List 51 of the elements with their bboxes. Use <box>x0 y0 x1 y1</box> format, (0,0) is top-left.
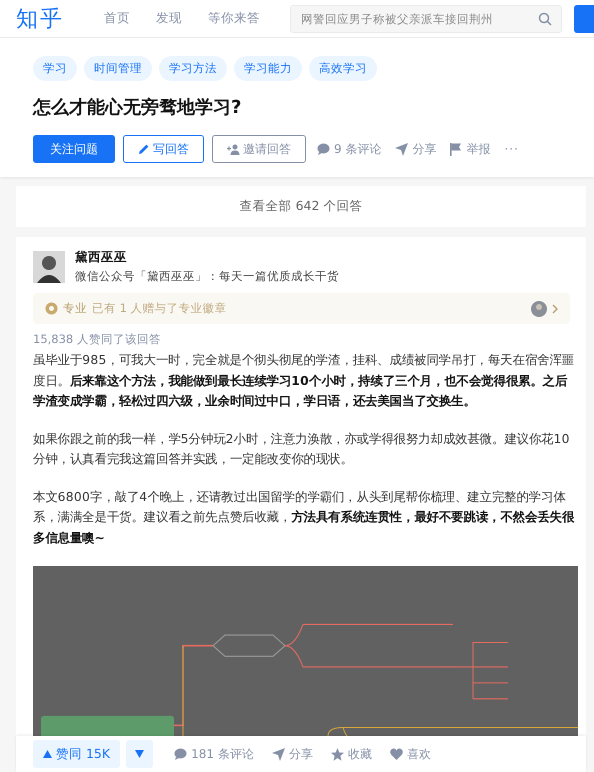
topic-tag[interactable]: 高效学习 <box>309 56 377 81</box>
question-title: 怎么才能心无旁骛地学习? <box>33 96 242 119</box>
answer-paragraph: 本文6800字，敲了4个晚上，还请教过出国留学的学霸们，从头到尾帮你梳理、建立完整的学习体系，满满全是干货。建议看之前先点赞后收藏，方法具有系统连贯性，最好不要跳读，不然会丢失很多信息量噢~ <box>33 488 576 546</box>
topic-tag[interactable]: 学习 <box>33 56 77 81</box>
like-button[interactable]: 喜欢 <box>386 746 434 762</box>
badge-bar[interactable]: 专业 已有 1 人赠与了专业徽章 <box>33 293 570 324</box>
collect-button[interactable]: 收藏 <box>328 746 375 762</box>
topic-tag[interactable]: 时间管理 <box>84 56 152 81</box>
comment-icon <box>174 748 188 760</box>
flag-icon <box>450 142 462 156</box>
pencil-icon <box>138 143 150 155</box>
share-button[interactable]: 分享 <box>392 140 440 158</box>
logo[interactable]: 知乎 <box>16 4 64 34</box>
send-icon <box>395 142 408 156</box>
add-person-icon <box>227 144 240 154</box>
triangle-up-icon <box>43 750 52 758</box>
comment-icon <box>317 143 330 155</box>
user-avatar-icon <box>531 300 547 316</box>
nav-link[interactable]: 等你来答 <box>208 10 260 27</box>
author-bio: 微信公众号「黛西巫巫」：每天一篇优质成长干货 <box>75 269 339 284</box>
comments-button[interactable]: 181 条评论 <box>171 746 257 762</box>
badge-text: 已有 1 人赠与了专业徽章 <box>92 301 227 316</box>
nav-link[interactable]: 首页 <box>104 10 130 27</box>
view-all-answers-link[interactable]: 查看全部 642 个回答 <box>16 186 586 227</box>
answer-paragraph: 虽毕业于985，可我大一时，完全就是个彻头彻尾的学渣，挂科、成绩被同学吊打，每天在宿舍浑噩度日。后来靠这个方法，我能做到最长连续学习10个小时，持续了三个月，也不会觉得很累。之后学渣变成学霸，轻松过四六级，业余时间过中口，学日语，还去美国当了交换生。 <box>33 352 575 410</box>
topic-tag[interactable]: 学习方法 <box>159 56 227 81</box>
search-field[interactable]: 网警回应男子称被父亲派车接回荆州 <box>290 4 562 32</box>
topic-tag[interactable]: 学习能力 <box>234 56 302 81</box>
badge-icon <box>45 302 58 315</box>
badge-label: 专业 <box>63 301 87 316</box>
star-icon <box>330 748 344 760</box>
upvote-button[interactable]: 赞同 15K <box>33 740 120 768</box>
share-button[interactable]: 分享 <box>268 746 316 762</box>
comments-button[interactable]: 9 条评论 <box>314 140 384 158</box>
more-button[interactable]: ··· <box>501 142 522 156</box>
header-button[interactable] <box>574 4 594 32</box>
author-name[interactable]: 黛西巫巫 <box>75 249 339 266</box>
report-button[interactable]: 举报 <box>447 140 494 158</box>
triangle-down-icon <box>135 750 144 758</box>
heart-icon <box>390 748 403 760</box>
write-answer-button[interactable]: 写回答 <box>123 135 204 163</box>
chevron-right-icon <box>552 304 558 314</box>
send-icon <box>272 748 285 760</box>
follow-button[interactable]: 关注问题 <box>33 135 115 163</box>
upvote-count-text: 15,838 人赞同了该回答 <box>33 332 162 347</box>
invite-button[interactable]: 邀请回答 <box>212 135 306 163</box>
search-icon[interactable] <box>538 12 552 26</box>
nav-link[interactable]: 发现 <box>156 10 182 27</box>
avatar[interactable] <box>33 250 65 282</box>
answer-paragraph: 如果你跟之前的我一样，学5分钟玩2小时，注意力涣散，亦或学得很努力却成效甚微。建议你花10分钟，认真看完我这篇回答并实践，一定能改变你的现状。 <box>33 430 571 468</box>
downvote-button[interactable] <box>126 740 154 768</box>
